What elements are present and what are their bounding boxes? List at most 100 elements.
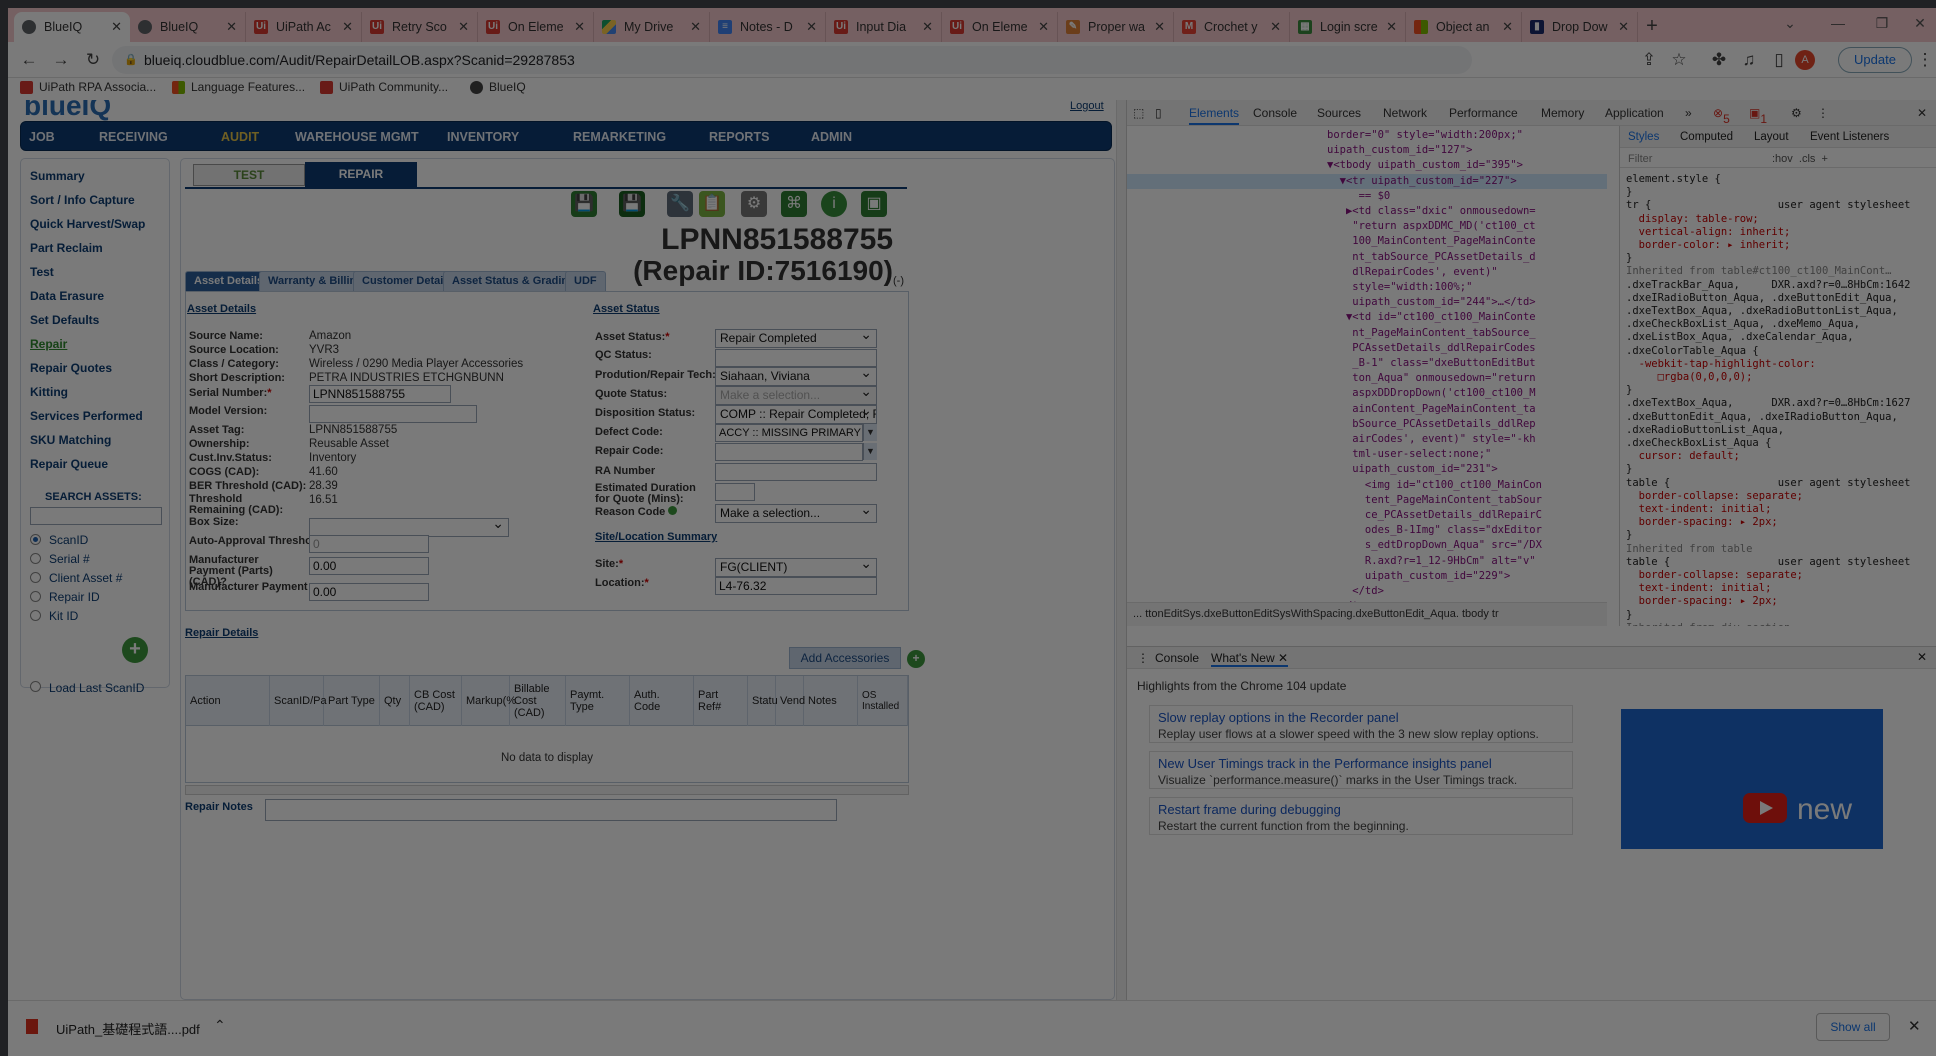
dropdown-button[interactable]: ▼	[863, 443, 877, 460]
close-drawer-icon[interactable]: ✕	[1917, 650, 1927, 664]
browser-tab[interactable]: Ui Retry Sco ✕	[362, 12, 478, 42]
browser-tab[interactable]: Ui On Eleme ✕	[942, 12, 1058, 42]
ra-number-field[interactable]	[715, 463, 877, 481]
bookmark-star-icon[interactable]: ☆	[1668, 49, 1690, 71]
new-tab-button[interactable]: +	[1638, 12, 1666, 42]
sidebar-item-erasure[interactable]: Data Erasure	[30, 289, 104, 303]
close-icon[interactable]: ✕	[1038, 19, 1049, 35]
tab-event-listeners[interactable]: Event Listeners	[1810, 130, 1889, 144]
save-close-icon[interactable]: 💾	[619, 191, 645, 217]
bookmark-item[interactable]: UiPath Community...	[320, 80, 448, 94]
style-line[interactable]: element.style {	[1626, 172, 1721, 186]
browser-tab[interactable]: ✎ Proper wa ✕	[1058, 12, 1174, 42]
grid-column[interactable]: Notes	[804, 676, 858, 726]
style-line[interactable]: }	[1626, 251, 1632, 265]
style-line[interactable]: .dxeTextBox_Aqua, .dxeRadioButtonList_Aq…	[1626, 304, 1898, 318]
code-line[interactable]: tent_PageMainContent_tabSour	[1327, 493, 1542, 508]
duration-field[interactable]	[715, 483, 755, 501]
serial-number-field[interactable]: LPNN851588755	[309, 385, 451, 403]
grid-column[interactable]: Paymt. Type	[566, 676, 630, 726]
tab-memory[interactable]: Memory	[1541, 106, 1584, 120]
code-line[interactable]: == $0	[1327, 189, 1391, 204]
browser-tab[interactable]: M Crochet y ✕	[1174, 12, 1290, 42]
style-line[interactable]: .dxeListBox_Aqua, .dxeCalendar_Aqua,	[1626, 330, 1854, 344]
logout-link[interactable]: Logout	[1070, 100, 1104, 112]
close-icon[interactable]: ✕	[1908, 1017, 1921, 1035]
style-line[interactable]: .dxeRadioButtonList_Aqua,	[1626, 423, 1784, 437]
close-icon[interactable]: ✕	[226, 19, 237, 35]
quote-status-select[interactable]: Make a selection...	[715, 386, 877, 405]
minimize-button[interactable]: —	[1816, 10, 1860, 36]
kit-id-radio[interactable]	[30, 610, 41, 621]
code-line[interactable]: s_edtDropDown_Aqua" src="/DX	[1327, 538, 1542, 553]
code-line[interactable]: <img id="ct100_ct100_MainCon	[1327, 478, 1542, 493]
repair-tech-select[interactable]: Siahaan, Viviana	[715, 367, 877, 386]
style-line[interactable]: Inherited from table#ct100_ct100_MainCon…	[1626, 264, 1892, 278]
style-line[interactable]: }	[1626, 608, 1632, 622]
collapse-toggle[interactable]: (-)	[893, 275, 904, 287]
nav-job[interactable]: JOB	[29, 130, 55, 144]
style-line[interactable]: display: table-row;	[1626, 212, 1759, 226]
code-line[interactable]: ce_PCAssetDetails_ddlRepairC	[1327, 508, 1542, 523]
help-icon[interactable]	[668, 506, 678, 515]
scanid-radio[interactable]	[30, 534, 41, 545]
style-line[interactable]: Inherited from table	[1626, 542, 1752, 556]
close-icon[interactable]: ✕	[574, 19, 585, 35]
style-line[interactable]: }	[1626, 383, 1632, 397]
code-line[interactable]: ▶<td class="dxic" onmousedown=	[1327, 204, 1536, 219]
nav-reports[interactable]: REPORTS	[709, 130, 769, 144]
close-icon[interactable]: ✕	[806, 19, 817, 35]
search-input[interactable]	[30, 507, 162, 525]
close-icon[interactable]: ✕	[111, 19, 122, 35]
bookmark-item[interactable]: UiPath RPA Associa...	[20, 80, 156, 94]
close-icon[interactable]: ✕	[458, 19, 469, 35]
style-line[interactable]: table { user agent stylesheet	[1626, 555, 1910, 569]
tab-network[interactable]: Network	[1383, 106, 1427, 120]
tools-icon[interactable]: 🔧	[667, 191, 693, 217]
repair-id-radio[interactable]	[30, 591, 41, 602]
drawer-tab-console[interactable]: Console	[1155, 651, 1199, 665]
save-icon[interactable]: 💾	[571, 191, 597, 217]
code-line[interactable]: nt_PageMainContent_tabSource_	[1327, 326, 1535, 341]
tab-udf[interactable]: UDF	[565, 271, 606, 291]
code-line[interactable]: "return aspxDDMC_MD('ct100_ct	[1327, 219, 1535, 234]
browser-tab[interactable]: ▮ Drop Dow ✕	[1522, 12, 1638, 42]
sidebar-item-queue[interactable]: Repair Queue	[30, 457, 108, 471]
style-line[interactable]: cursor: default;	[1626, 449, 1740, 463]
code-line[interactable]: tml-user-select:none;"	[1327, 447, 1491, 462]
tab-styles[interactable]: Styles	[1628, 130, 1659, 144]
avatar[interactable]: A	[1795, 50, 1815, 70]
show-all-button[interactable]: Show all	[1816, 1013, 1890, 1041]
grid-column[interactable]: Part Type	[324, 676, 380, 726]
style-line[interactable]: .dxeCheckBoxList_Aqua, .dxeMemo_Aqua,	[1626, 317, 1860, 331]
browser-tab[interactable]: Ui On Eleme ✕	[478, 12, 594, 42]
tab-search-icon[interactable]: ⌄	[1768, 10, 1812, 36]
sidebar-item-sku[interactable]: SKU Matching	[30, 433, 111, 447]
grid-column[interactable]: Statu	[748, 676, 778, 726]
code-line[interactable]: ▼<tbody uipath_custom_id="395">	[1327, 158, 1523, 173]
close-icon[interactable]: ✕	[1502, 19, 1513, 35]
bookmark-item[interactable]: BlueIQ	[470, 80, 526, 94]
nav-admin[interactable]: ADMIN	[811, 130, 852, 144]
reason-code-select[interactable]: Make a selection...	[715, 504, 877, 523]
tab-sources[interactable]: Sources	[1317, 106, 1361, 120]
browser-tab[interactable]: Ui UiPath Ac ✕	[246, 12, 362, 42]
qc-status-field[interactable]	[715, 349, 877, 367]
add-accessories-button[interactable]: Add Accessories	[789, 647, 901, 669]
tab-asset-status[interactable]: Asset Status & Grading	[443, 271, 584, 291]
browser-tab[interactable]: ≡ Notes - D ✕	[710, 12, 826, 42]
code-line[interactable]: ▼<tr uipath_custom_id="227">	[1127, 173, 1607, 189]
style-line[interactable]: .dxeTrackBar_Aqua, DXR.axd?r=0…8HbCm:164…	[1626, 278, 1910, 292]
code-line[interactable]: 100_MainContent_PageMainConte	[1327, 234, 1535, 249]
code-line[interactable]: odes_B-1Img" class="dxEditor	[1327, 523, 1542, 538]
style-line[interactable]: text-indent: initial;	[1626, 581, 1772, 595]
code-line[interactable]: uipath_custom_id="127">	[1327, 143, 1472, 158]
briefcase-icon[interactable]: ▣	[861, 191, 887, 217]
code-line[interactable]: uipath_custom_id="231">	[1327, 462, 1497, 477]
defect-code-field[interactable]: ACCY :: MISSING PRIMARY ACCE	[715, 424, 863, 442]
menu-icon[interactable]: ⋮	[1914, 49, 1936, 71]
style-line[interactable]: Inherited from div.section	[1626, 621, 1790, 626]
info-icon[interactable]: i	[821, 191, 847, 217]
dom-breadcrumb[interactable]: ... ttonEditSys.dxeButtonEditSysWithSpac…	[1127, 602, 1607, 626]
grid-column[interactable]: ScanID/Pa	[270, 676, 327, 726]
